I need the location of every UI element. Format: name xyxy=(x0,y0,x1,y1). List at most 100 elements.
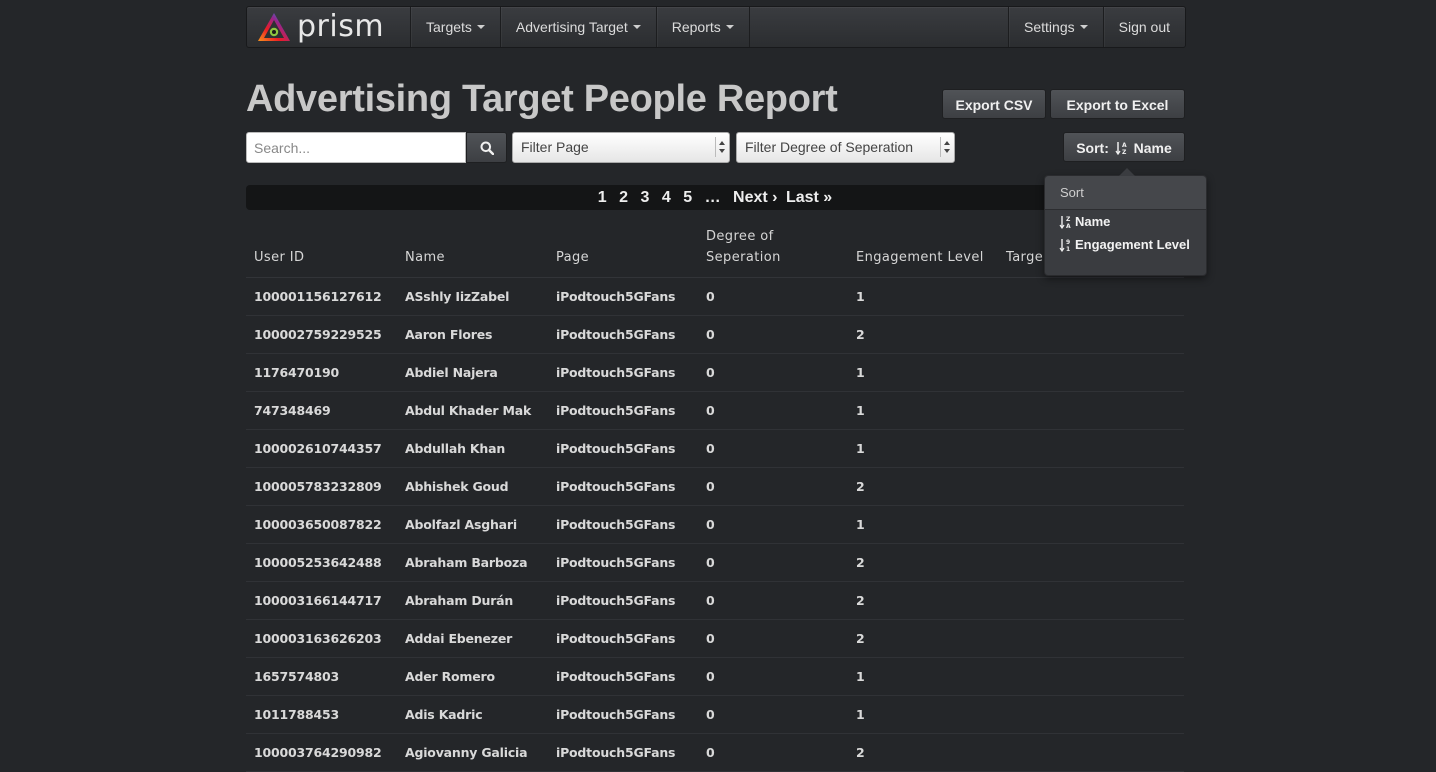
svg-text:1: 1 xyxy=(1066,246,1070,252)
name-cell: Abdullah Khan xyxy=(397,429,548,468)
name-cell: ASshly IizZabel xyxy=(397,277,548,316)
user-id-cell: 100003163626203 xyxy=(246,619,397,658)
sort-button[interactable]: Sort: A Z Name xyxy=(1063,132,1185,162)
sort-prefix: Sort: xyxy=(1076,140,1109,156)
name-cell: Addai Ebenezer xyxy=(397,619,548,658)
target-cell xyxy=(998,353,1184,392)
svg-text:Z: Z xyxy=(1122,149,1127,155)
brand-link[interactable]: prism xyxy=(257,10,384,44)
svg-text:9: 9 xyxy=(1066,239,1070,246)
page-cell: iPodtouch5GFans xyxy=(548,543,698,582)
table-row[interactable]: 100003764290982 Agiovanny Galicia iPodtouc… xyxy=(246,733,1184,772)
menu-reports-label: Reports xyxy=(671,19,721,35)
header-page[interactable]: Page xyxy=(548,226,698,278)
page-3-link[interactable]: 3 xyxy=(641,189,650,206)
caret-down-icon xyxy=(476,25,485,30)
engagement-cell: 1 xyxy=(848,353,998,392)
user-id-cell: 100003764290982 xyxy=(246,733,397,772)
sort-option-name[interactable]: Z A Name xyxy=(1045,210,1206,233)
table-row[interactable]: 100003166144717 Abraham Durán iPodtouch5GF… xyxy=(246,581,1184,620)
table-row[interactable]: 100005783232809 Abhishek Goud iPodtouch5GF… xyxy=(246,467,1184,506)
page-cell: iPodtouch5GFans xyxy=(548,733,698,772)
target-cell xyxy=(998,733,1184,772)
page-title: Advertising Target People Report xyxy=(246,78,838,120)
select-arrows-icon xyxy=(715,137,726,157)
sign-out-link[interactable]: Sign out xyxy=(1102,7,1185,47)
export-excel-button[interactable]: Export to Excel xyxy=(1050,89,1185,119)
target-cell xyxy=(998,505,1184,544)
target-cell xyxy=(998,467,1184,506)
svg-text:A: A xyxy=(1066,223,1071,229)
caret-down-icon xyxy=(725,25,734,30)
name-cell: Abdiel Najera xyxy=(397,353,548,392)
engagement-cell: 1 xyxy=(848,429,998,468)
degree-cell: 0 xyxy=(698,505,848,544)
page-5-link[interactable]: 5 xyxy=(683,189,692,206)
name-cell: Abdul Khader Mak xyxy=(397,391,548,430)
export-csv-button[interactable]: Export CSV xyxy=(942,89,1046,119)
table-row[interactable]: 100003650087822 Abolfazl Asghari iPodtouch… xyxy=(246,505,1184,544)
sort-alpha-icon: Z A xyxy=(1059,215,1071,229)
prism-logo-icon xyxy=(258,13,290,41)
engagement-cell: 2 xyxy=(848,581,998,620)
search-button[interactable] xyxy=(466,132,507,163)
caret-down-icon xyxy=(632,25,641,30)
degree-cell: 0 xyxy=(698,581,848,620)
table-row[interactable]: 100005253642488 Abraham Barboza iPodtouch5… xyxy=(246,543,1184,582)
degree-cell: 0 xyxy=(698,467,848,506)
user-id-cell: 100002610744357 xyxy=(246,429,397,468)
sort-option-engagement-label: Engagement Level xyxy=(1075,237,1190,252)
page-1-link[interactable]: 1 xyxy=(598,189,607,206)
header-user-id[interactable]: User ID xyxy=(246,226,397,278)
user-id-cell: 100002759229525 xyxy=(246,315,397,354)
degree-cell: 0 xyxy=(698,695,848,734)
user-id-cell: 1176470190 xyxy=(246,353,397,392)
search-icon xyxy=(480,141,494,155)
header-name[interactable]: Name xyxy=(397,226,548,278)
search-input[interactable] xyxy=(246,132,466,163)
filter-page-select[interactable]: Filter Page xyxy=(512,132,730,163)
engagement-cell: 2 xyxy=(848,733,998,772)
page-4-link[interactable]: 4 xyxy=(662,189,671,206)
table-row[interactable]: 100001156127612 ASshly IizZabel iPodtouch5… xyxy=(246,277,1184,316)
engagement-cell: 2 xyxy=(848,315,998,354)
pagination-ellipsis: … xyxy=(704,189,721,206)
sort-option-engagement[interactable]: 9 1 Engagement Level xyxy=(1045,233,1206,256)
menu-targets[interactable]: Targets xyxy=(410,7,500,47)
page-cell: iPodtouch5GFans xyxy=(548,467,698,506)
filter-degree-select[interactable]: Filter Degree of Seperation xyxy=(736,132,955,163)
header-degree[interactable]: Degree of Seperation xyxy=(698,226,848,278)
sort-value: Name xyxy=(1133,140,1172,156)
engagement-cell: 1 xyxy=(848,505,998,544)
user-id-cell: 1011788453 xyxy=(246,695,397,734)
last-page-link[interactable]: Last » xyxy=(786,189,832,206)
target-cell xyxy=(998,581,1184,620)
menu-advertising-target[interactable]: Advertising Target xyxy=(499,7,656,47)
header-engagement[interactable]: Engagement Level xyxy=(848,226,998,278)
table-row[interactable]: 100002759229525 Aaron Flores iPodtouch5GFa… xyxy=(246,315,1184,354)
name-cell: Abhishek Goud xyxy=(397,467,548,506)
sort-dropdown-menu: Sort Z A Name 9 1 Engagement Level xyxy=(1044,168,1207,276)
name-cell: Abraham Durán xyxy=(397,581,548,620)
table-row[interactable]: 1657574803 Ader Romero iPodtouch5GFans 0 1 xyxy=(246,657,1184,696)
target-cell xyxy=(998,619,1184,658)
page-cell: iPodtouch5GFans xyxy=(548,391,698,430)
table-row[interactable]: 100002610744357 Abdullah Khan iPodtouch5GF… xyxy=(246,429,1184,468)
page-2-link[interactable]: 2 xyxy=(619,189,628,206)
target-cell xyxy=(998,429,1184,468)
people-report-table: User ID Name Page Degree of Seperation E… xyxy=(246,226,1184,772)
menu-settings[interactable]: Settings xyxy=(1008,7,1103,47)
table-row[interactable]: 747348469 Abdul Khader Mak iPodtouch5GFans… xyxy=(246,391,1184,430)
menu-reports[interactable]: Reports xyxy=(655,7,750,47)
page-cell: iPodtouch5GFans xyxy=(548,277,698,316)
menu-advertising-target-label: Advertising Target xyxy=(515,19,628,35)
table-row[interactable]: 1011788453 Adis Kadric iPodtouch5GFans 0 1 xyxy=(246,695,1184,734)
table-row[interactable]: 1176470190 Abdiel Najera iPodtouch5GFans 0 1 xyxy=(246,353,1184,392)
sort-numeric-icon: 9 1 xyxy=(1059,238,1070,252)
user-id-cell: 100005253642488 xyxy=(246,543,397,582)
next-page-link[interactable]: Next › xyxy=(733,189,777,206)
degree-cell: 0 xyxy=(698,733,848,772)
table-row[interactable]: 100003163626203 Addai Ebenezer iPodtouch5G… xyxy=(246,619,1184,658)
degree-cell: 0 xyxy=(698,619,848,658)
engagement-cell: 1 xyxy=(848,695,998,734)
